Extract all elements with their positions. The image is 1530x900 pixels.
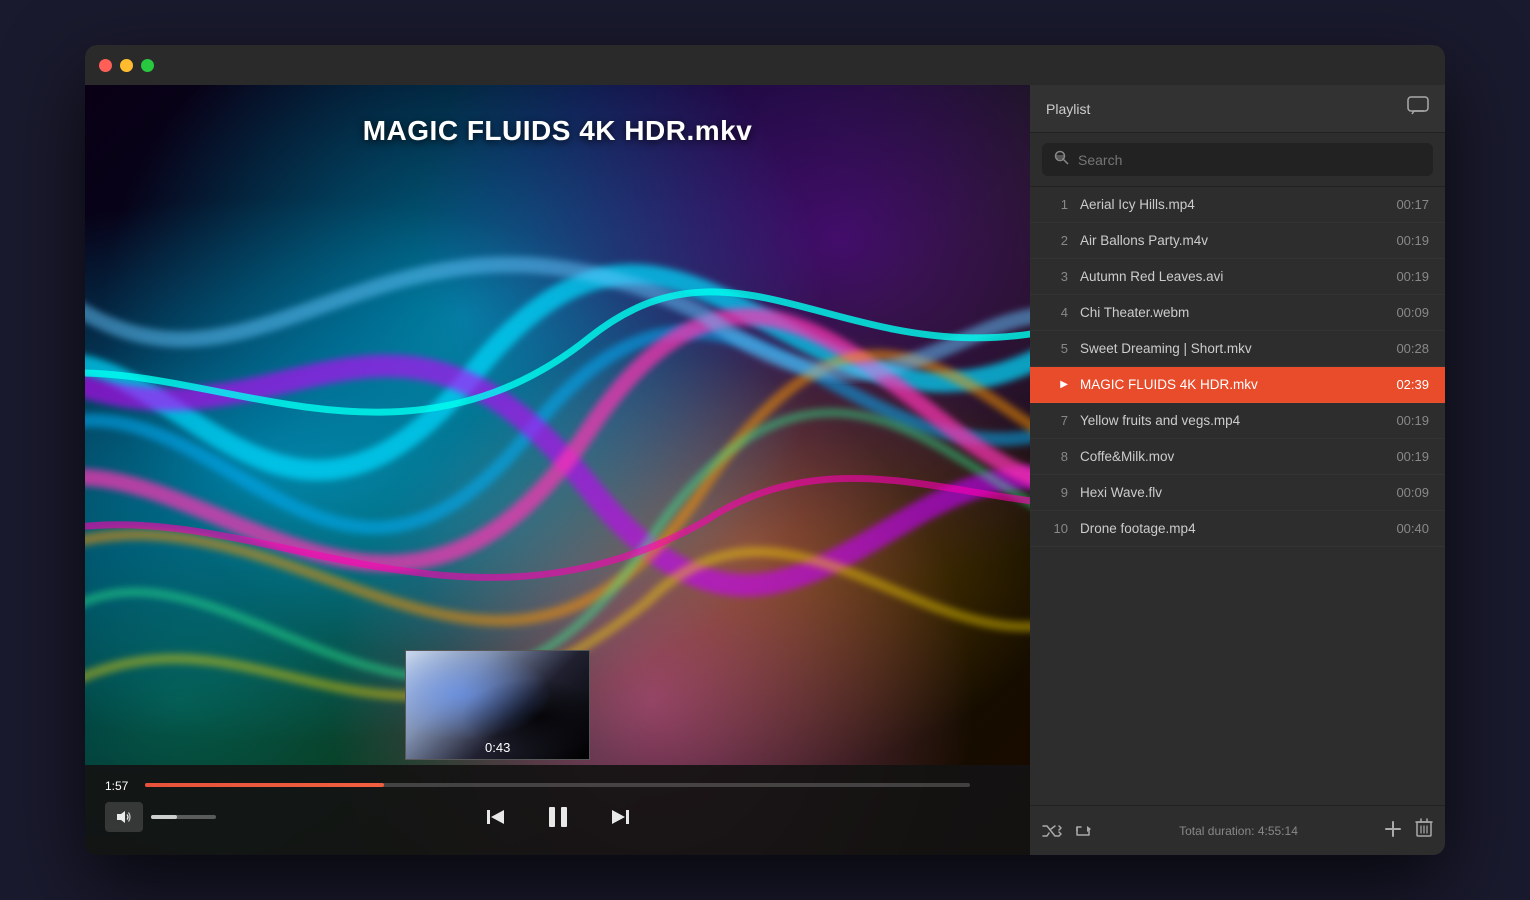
item-duration: 00:40 (1396, 521, 1429, 536)
playlist-title: Playlist (1046, 101, 1090, 117)
controls-bar: 1:57 (85, 765, 1030, 855)
item-name: Yellow fruits and vegs.mp4 (1080, 413, 1386, 428)
item-number: 2 (1046, 233, 1068, 248)
item-number: 10 (1046, 521, 1068, 536)
shuffle-button[interactable] (1042, 822, 1062, 840)
progress-area: 1:57 (105, 765, 1010, 787)
search-box (1042, 143, 1433, 176)
item-duration: 00:09 (1396, 305, 1429, 320)
item-name: MAGIC FLUIDS 4K HDR.mkv (1080, 377, 1386, 392)
next-button[interactable] (606, 803, 634, 831)
search-filter-icon (1054, 150, 1070, 169)
playlist-items: 1 Aerial Icy Hills.mp4 00:17 2 Air Ballo… (1030, 187, 1445, 805)
item-duration: 00:19 (1396, 233, 1429, 248)
item-number: 3 (1046, 269, 1068, 284)
volume-slider[interactable] (151, 815, 216, 819)
playlist-item[interactable]: 1 Aerial Icy Hills.mp4 00:17 (1030, 187, 1445, 223)
playlist-item[interactable]: 3 Autumn Red Leaves.avi 00:19 (1030, 259, 1445, 295)
item-duration: 00:28 (1396, 341, 1429, 356)
item-name: Aerial Icy Hills.mp4 (1080, 197, 1386, 212)
playlist-panel: Playlist (1030, 85, 1445, 855)
item-number: 9 (1046, 485, 1068, 500)
item-duration: 02:39 (1396, 377, 1429, 392)
video-title: MAGIC FLUIDS 4K HDR.mkv (85, 115, 1030, 147)
item-play-icon: ▶ (1046, 379, 1068, 390)
item-name: Sweet Dreaming | Short.mkv (1080, 341, 1386, 356)
playlist-footer: Total duration: 4:55:14 (1030, 805, 1445, 855)
playlist-item[interactable]: 7 Yellow fruits and vegs.mp4 00:19 (1030, 403, 1445, 439)
playlist-item[interactable]: 10 Drone footage.mp4 00:40 (1030, 511, 1445, 547)
delete-button[interactable] (1415, 818, 1433, 843)
playlist-item[interactable]: 2 Air Ballons Party.m4v 00:19 (1030, 223, 1445, 259)
app-window: MAGIC FLUIDS 4K HDR.mkv 0:43 1:57 (85, 45, 1445, 855)
playlist-item[interactable]: 4 Chi Theater.webm 00:09 (1030, 295, 1445, 331)
pause-button[interactable] (540, 799, 576, 835)
repeat-button[interactable] (1074, 822, 1094, 840)
item-name: Chi Theater.webm (1080, 305, 1386, 320)
minimize-button[interactable] (120, 59, 133, 72)
add-button[interactable] (1383, 819, 1403, 843)
volume-area (105, 802, 216, 832)
playlist-item[interactable]: 9 Hexi Wave.flv 00:09 (1030, 475, 1445, 511)
item-name: Autumn Red Leaves.avi (1080, 269, 1386, 284)
chat-icon[interactable] (1407, 96, 1429, 121)
item-number: 1 (1046, 197, 1068, 212)
volume-button[interactable] (105, 802, 143, 832)
item-number: 4 (1046, 305, 1068, 320)
volume-fill (151, 815, 177, 819)
maximize-button[interactable] (141, 59, 154, 72)
item-name: Air Ballons Party.m4v (1080, 233, 1386, 248)
item-name: Drone footage.mp4 (1080, 521, 1386, 536)
playlist-item[interactable]: ▶ MAGIC FLUIDS 4K HDR.mkv 02:39 (1030, 367, 1445, 403)
video-area: MAGIC FLUIDS 4K HDR.mkv 0:43 1:57 (85, 85, 1030, 855)
playlist-item[interactable]: 8 Coffe&Milk.mov 00:19 (1030, 439, 1445, 475)
item-name: Hexi Wave.flv (1080, 485, 1386, 500)
item-duration: 00:19 (1396, 413, 1429, 428)
window-buttons (99, 59, 154, 72)
item-duration: 00:19 (1396, 269, 1429, 284)
main-content: MAGIC FLUIDS 4K HDR.mkv 0:43 1:57 (85, 85, 1445, 855)
hover-timestamp: 0:43 (485, 740, 510, 755)
item-number: 8 (1046, 449, 1068, 464)
progress-filled (145, 783, 384, 787)
item-name: Coffe&Milk.mov (1080, 449, 1386, 464)
item-duration: 00:17 (1396, 197, 1429, 212)
close-button[interactable] (99, 59, 112, 72)
title-bar (85, 45, 1445, 85)
item-number: 7 (1046, 413, 1068, 428)
total-duration: Total duration: 4:55:14 (1106, 824, 1371, 838)
item-duration: 00:09 (1396, 485, 1429, 500)
progress-bar[interactable] (145, 783, 970, 787)
item-number: 5 (1046, 341, 1068, 356)
prev-button[interactable] (482, 803, 510, 831)
playlist-header: Playlist (1030, 85, 1445, 133)
item-duration: 00:19 (1396, 449, 1429, 464)
time-current: 1:57 (105, 779, 128, 793)
search-area (1030, 133, 1445, 187)
search-input[interactable] (1078, 152, 1421, 168)
playlist-item[interactable]: 5 Sweet Dreaming | Short.mkv 00:28 (1030, 331, 1445, 367)
controls-buttons (105, 799, 1010, 835)
